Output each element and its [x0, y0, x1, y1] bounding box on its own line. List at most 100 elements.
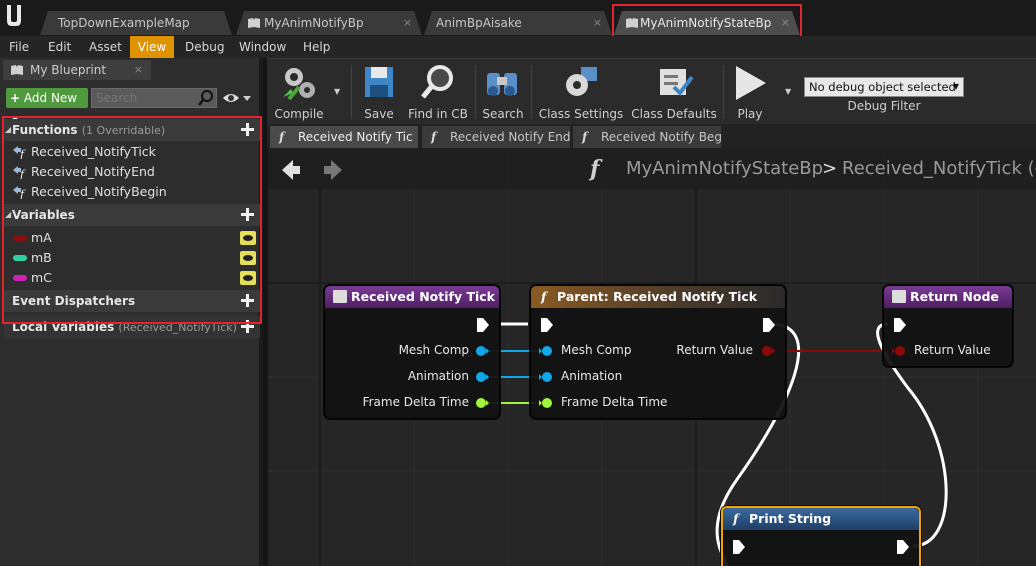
entry-node-received-notify-tick[interactable]: Received Notify Tick Mesh Comp Animation…: [324, 285, 500, 419]
search-icon[interactable]: [198, 90, 214, 106]
my-blueprint-tab[interactable]: My Blueprint ×: [3, 60, 151, 80]
tab-topdown-map[interactable]: TopDownExampleMap: [40, 11, 232, 35]
collapse-arrow-icon[interactable]: ◢: [5, 204, 11, 226]
function-f-icon: f: [279, 130, 285, 144]
close-icon[interactable]: ×: [403, 11, 412, 35]
toolbar-separator: [723, 65, 724, 119]
menu-file[interactable]: File: [3, 36, 35, 58]
variable-item[interactable]: mB: [4, 248, 260, 268]
variable-item[interactable]: mC: [4, 268, 260, 288]
unreal-logo-icon[interactable]: [3, 3, 25, 29]
pin-label: Frame Delta Time: [362, 395, 469, 409]
visibility-eye-icon[interactable]: [240, 271, 256, 285]
float-pin-icon[interactable]: [539, 397, 553, 409]
tab-myanimnotifybp[interactable]: MyAnimNotifyBp ×: [236, 11, 422, 35]
function-item[interactable]: f Received_NotifyEnd: [4, 162, 260, 182]
variable-item[interactable]: mA: [4, 228, 260, 248]
object-pin-icon[interactable]: [539, 371, 553, 383]
override-function-icon: f: [13, 186, 26, 199]
view-options-eye-icon[interactable]: [222, 90, 252, 106]
magnifier-icon: [421, 65, 453, 99]
exec-out-pin-icon[interactable]: [763, 318, 775, 332]
class-defaults-label: Class Defaults: [631, 107, 717, 121]
exec-out-pin-icon[interactable]: [477, 318, 489, 332]
visibility-eye-icon[interactable]: [240, 231, 256, 245]
find-in-cb-button[interactable]: Find in CB: [405, 61, 471, 123]
menu-help[interactable]: Help: [297, 36, 336, 58]
menu-bar: File Edit Asset View Debug Window Help: [0, 36, 1036, 58]
close-icon[interactable]: ×: [781, 11, 790, 35]
save-button[interactable]: Save: [357, 61, 401, 123]
pin-label: Animation: [407, 369, 469, 383]
parent-node-header[interactable]: f Parent: Received Notify Tick: [531, 286, 785, 308]
search-button[interactable]: Search: [479, 61, 527, 123]
event-function-icon: [333, 290, 347, 303]
event-dispatchers-label: Event Dispatchers: [12, 294, 136, 308]
exec-in-pin-icon[interactable]: [894, 318, 906, 332]
add-local-variable-plus-icon[interactable]: [241, 320, 254, 333]
return-node[interactable]: Return Node Return Value: [883, 285, 1013, 367]
compile-options-chevron-icon[interactable]: ▼: [334, 87, 340, 96]
svg-text:f: f: [19, 148, 26, 159]
exec-in-pin-icon[interactable]: [541, 318, 553, 332]
svg-text:f: f: [19, 168, 26, 179]
local-variables-section-header[interactable]: Local Variables (Received_NotifyTick): [4, 316, 260, 338]
compile-label: Compile: [274, 107, 324, 121]
print-string-node[interactable]: f Print String: [721, 506, 921, 566]
collapse-arrow-icon[interactable]: ◢: [5, 119, 11, 141]
play-button[interactable]: Play: [727, 61, 773, 123]
graph-tab-notify-end[interactable]: f Received Notify End: [422, 126, 570, 148]
local-variables-label: Local Variables: [12, 320, 115, 334]
tab-label: MyAnimNotifyStateBp: [640, 16, 772, 30]
class-defaults-button[interactable]: Class Defaults: [631, 61, 717, 123]
class-settings-button[interactable]: Class Settings: [537, 61, 625, 123]
function-item[interactable]: f Received_NotifyTick: [4, 142, 260, 162]
menu-edit[interactable]: Edit: [42, 36, 77, 58]
function-item[interactable]: f Received_NotifyBegin: [4, 182, 260, 202]
save-disk-icon: [365, 67, 393, 97]
event-dispatchers-section-header[interactable]: Event Dispatchers: [4, 290, 260, 312]
print-string-header[interactable]: f Print String: [723, 508, 919, 530]
close-icon[interactable]: ×: [593, 11, 602, 35]
exec-in-pin-icon[interactable]: [733, 540, 745, 554]
toolbar-separator: [531, 65, 532, 119]
local-variables-scope: (Received_NotifyTick): [118, 321, 237, 334]
compile-button[interactable]: Compile: [271, 61, 327, 123]
menu-view[interactable]: View: [130, 36, 174, 58]
close-icon[interactable]: ×: [134, 60, 143, 80]
blueprint-graph-canvas[interactable]: f MyAnimNotifyStateBp > Received_NotifyT…: [268, 148, 1036, 566]
graph-tab-notify-tick[interactable]: f Received Notify Tic: [270, 126, 418, 148]
float-pin-icon[interactable]: [475, 397, 489, 409]
bool-pin-icon[interactable]: [761, 345, 775, 357]
graph-tab-label: Received Notify Tic: [298, 130, 413, 144]
tab-animbpaisake[interactable]: AnimBpAisake ×: [424, 11, 612, 35]
object-pin-icon[interactable]: [475, 371, 489, 383]
functions-section-header[interactable]: ◢ Functions (1 Overridable): [4, 119, 260, 141]
object-pin-icon[interactable]: [539, 345, 553, 357]
menu-window[interactable]: Window: [233, 36, 292, 58]
debug-object-select[interactable]: No debug object selected ▼: [804, 77, 964, 97]
return-node-header[interactable]: Return Node: [884, 286, 1012, 308]
object-pin-icon[interactable]: [475, 345, 489, 357]
add-function-plus-icon[interactable]: [241, 123, 254, 136]
override-function-icon: f: [13, 166, 26, 179]
toolbar-separator: [351, 65, 352, 119]
play-options-chevron-icon[interactable]: ▼: [785, 87, 791, 96]
entry-node-header[interactable]: Received Notify Tick: [325, 286, 499, 308]
bool-pin-icon[interactable]: [892, 345, 906, 357]
parent-received-notify-tick-node[interactable]: f Parent: Received Notify Tick Mesh Comp…: [530, 285, 786, 419]
graph-tab-notify-begin[interactable]: f Received Notify Beg: [573, 126, 721, 148]
add-new-button[interactable]: + Add New ▼: [6, 88, 88, 124]
menu-asset[interactable]: Asset: [83, 36, 128, 58]
add-event-dispatcher-plus-icon[interactable]: [241, 294, 254, 307]
play-label: Play: [737, 107, 763, 121]
add-variable-plus-icon[interactable]: [241, 208, 254, 221]
exec-out-pin-icon[interactable]: [897, 540, 909, 554]
variable-name: mA: [31, 230, 52, 245]
variables-section-header[interactable]: ◢ Variables: [4, 204, 260, 226]
blueprint-book-icon: [248, 18, 260, 28]
visibility-eye-icon[interactable]: [240, 251, 256, 265]
debug-filter-label: Debug Filter: [847, 99, 921, 113]
menu-debug[interactable]: Debug: [179, 36, 230, 58]
tab-myanimnotifystatebp[interactable]: MyAnimNotifyStateBp ×: [614, 11, 800, 35]
